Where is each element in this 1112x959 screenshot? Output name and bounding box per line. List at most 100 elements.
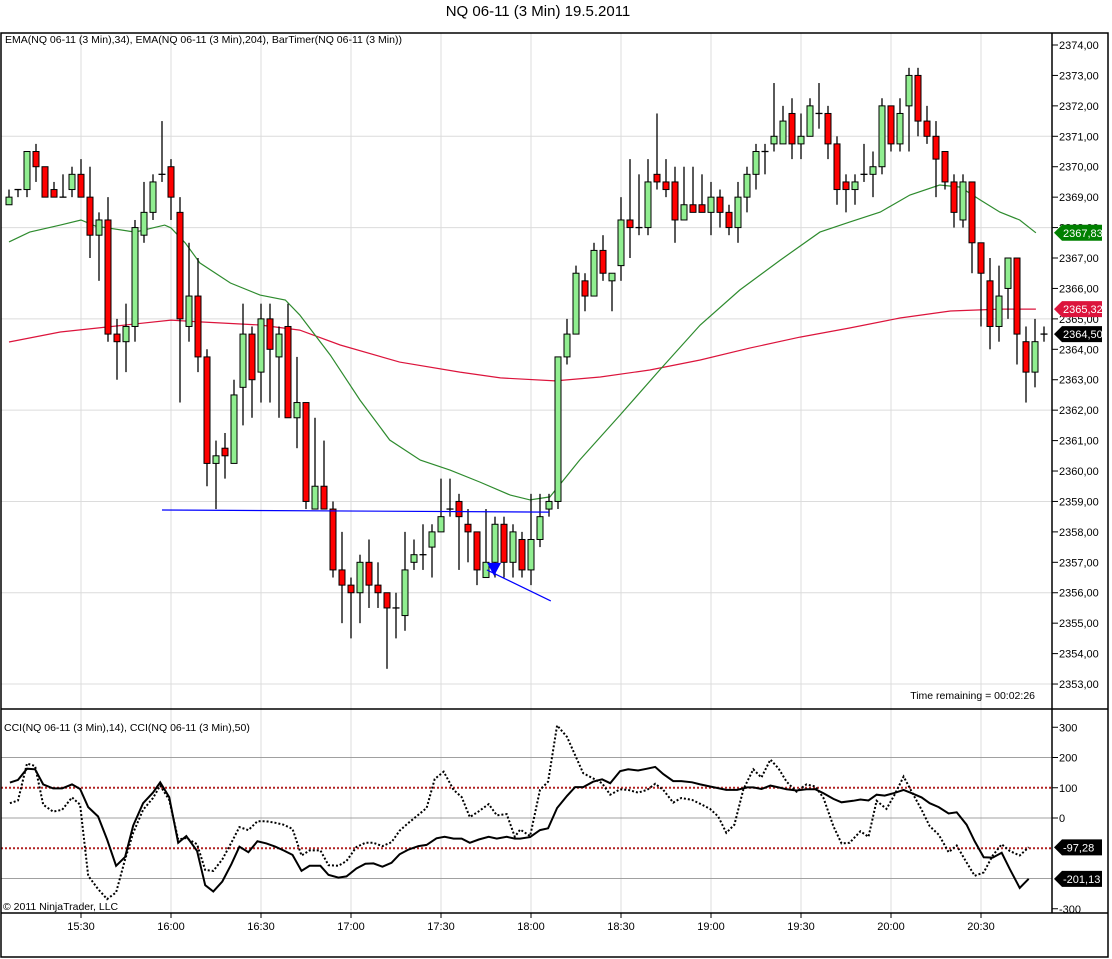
candle-up — [806, 105, 814, 137]
candle-down — [266, 318, 274, 350]
candle-down — [176, 211, 184, 320]
candle-up — [536, 516, 544, 540]
cci-tick-label: 100 — [1059, 783, 1077, 795]
candle-up — [275, 333, 283, 358]
candle-up — [257, 318, 265, 373]
cci-tick-label: 0 — [1059, 813, 1065, 825]
price-tick-label: 2355,00 — [1059, 618, 1099, 630]
candle-down — [518, 538, 526, 571]
time-tick-label: 19:00 — [697, 921, 725, 933]
candle-up — [437, 516, 445, 533]
candle-up — [743, 173, 751, 198]
candle-up — [617, 219, 625, 267]
cci-lines — [9, 723, 1030, 901]
candle-down — [788, 112, 796, 145]
candle-up — [293, 402, 301, 419]
candle-up — [779, 120, 787, 145]
candle-up — [5, 196, 13, 206]
candle-down — [581, 280, 589, 297]
candle-down — [626, 219, 634, 229]
cci-tick-label: 200 — [1059, 753, 1077, 765]
candle-down — [950, 181, 958, 213]
candle-down — [500, 523, 508, 563]
horizontal-line-drawing — [161, 509, 550, 513]
candle-up — [131, 227, 139, 327]
candle-up — [68, 173, 76, 191]
candle-down — [455, 500, 463, 518]
time-tick-label: 15:30 — [67, 921, 95, 933]
candle-down — [824, 112, 832, 145]
candle-up — [1004, 257, 1012, 289]
candle-up — [869, 166, 877, 175]
ema204-polyline — [8, 308, 1036, 382]
candle-down — [113, 333, 121, 343]
candle-down — [464, 523, 472, 533]
candle-down — [221, 447, 229, 457]
candle-down — [662, 181, 670, 191]
candle-down — [1013, 257, 1021, 335]
candle-up — [122, 325, 130, 343]
candle-down — [923, 120, 931, 137]
chart-canvas[interactable]: 15:30 16:00 16:30 17:00 17:30 18:00 18:30 19:00… — [0, 0, 1112, 959]
candle-up — [770, 135, 778, 145]
candle-up — [491, 523, 499, 563]
time-tick-label: 18:00 — [517, 921, 545, 933]
ema34-polyline — [8, 184, 1037, 501]
price-tick-label: 2369,00 — [1059, 192, 1099, 204]
copyright-text: © 2011 NinjaTrader, LLC — [3, 901, 119, 913]
candle-up — [797, 135, 805, 145]
candle-up — [608, 272, 616, 282]
candle-down — [320, 485, 328, 510]
candle-down — [32, 151, 40, 168]
price-tick-label: 2360,00 — [1059, 466, 1099, 478]
price-tick-label: 2363,00 — [1059, 375, 1099, 387]
price-tick-label: 2353,00 — [1059, 679, 1099, 691]
price-tick-label: 2356,00 — [1059, 588, 1099, 600]
candle-up — [680, 204, 688, 221]
price-tick-label: 2362,00 — [1059, 405, 1099, 417]
time-tick-label: 17:30 — [427, 921, 455, 933]
candle-down — [716, 196, 724, 213]
ema34-line — [8, 184, 1037, 501]
cci50-value-tag: -201,13 — [1063, 874, 1100, 886]
candle-down — [941, 151, 949, 183]
candle-down — [653, 173, 661, 183]
candle-down — [671, 181, 679, 221]
candle-up — [878, 105, 886, 168]
candle-up — [95, 219, 103, 236]
price-tick-label: 2358,00 — [1059, 527, 1099, 539]
last-price-tag: 2364,50 — [1063, 329, 1103, 341]
time-tick-label: 20:00 — [877, 921, 905, 933]
time-tick-label: 18:30 — [607, 921, 635, 933]
candle-up — [356, 561, 364, 594]
candle-up — [428, 531, 436, 548]
candle-up — [995, 295, 1003, 327]
candle-up — [410, 554, 418, 563]
cci14-line — [9, 723, 1030, 901]
candle-up — [752, 151, 760, 175]
candle-down — [977, 242, 985, 274]
candle-up — [23, 151, 31, 191]
ema204-line — [8, 308, 1036, 382]
candle-up — [590, 249, 598, 297]
candle-down — [86, 196, 94, 236]
price-tick-label: 2354,00 — [1059, 649, 1099, 661]
candle-down — [725, 211, 733, 229]
price-tick-label: 2374,00 — [1059, 40, 1099, 52]
candle-up — [851, 181, 859, 191]
price-tick-label: 2372,00 — [1059, 101, 1099, 113]
candle-up — [905, 74, 913, 107]
candle-down — [932, 135, 940, 160]
ema34-value-tag: 2367,83 — [1063, 228, 1103, 240]
candle-down — [50, 189, 58, 198]
candle-up — [563, 333, 571, 358]
candle-down — [167, 166, 175, 198]
candle-down — [338, 569, 346, 586]
candle-down — [383, 592, 391, 609]
trend-line-drawing — [486, 569, 552, 602]
candle-down — [374, 584, 382, 594]
candle-down — [887, 105, 895, 145]
candle-down — [302, 402, 310, 502]
price-tick-label: 2367,00 — [1059, 253, 1099, 265]
candle-down — [968, 181, 976, 244]
